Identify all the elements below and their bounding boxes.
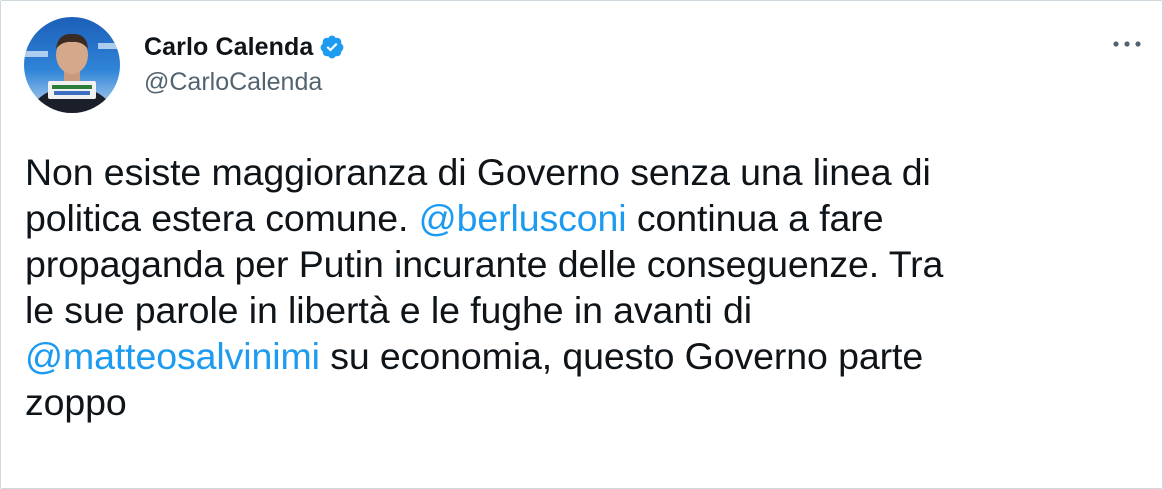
- mention-link[interactable]: @matteosalvinimi: [25, 335, 320, 377]
- tweet-text-line: zoppo: [25, 379, 1145, 425]
- tweet-text-line: propaganda per Putin incurante delle con…: [25, 241, 1145, 287]
- author-info: Carlo Calenda @CarloCalenda: [144, 30, 345, 97]
- author-handle[interactable]: @CarloCalenda: [144, 68, 345, 97]
- tweet-text-segment: continua a fare: [626, 197, 884, 239]
- tweet-card: Carlo Calenda @CarloCalenda Non esiste m…: [0, 0, 1163, 489]
- tweet-text: Non esiste maggioranza di Governo senza …: [25, 149, 1145, 425]
- author-display-name[interactable]: Carlo Calenda: [144, 33, 313, 62]
- tweet-text-segment: politica estera comune.: [25, 197, 419, 239]
- tweet-text-line: politica estera comune. @berlusconi cont…: [25, 195, 1145, 241]
- name-row: Carlo Calenda: [144, 30, 345, 64]
- more-options-button[interactable]: [1109, 26, 1145, 62]
- tweet-text-line: @matteosalvinimi su economia, questo Gov…: [25, 333, 1145, 379]
- tweet-text-segment: propaganda per Putin incurante delle con…: [25, 243, 944, 285]
- tweet-text-segment: su economia, questo Governo parte: [319, 335, 924, 377]
- tweet-text-segment: Non esiste maggioranza di Governo senza …: [25, 151, 931, 193]
- tweet-text-line: Non esiste maggioranza di Governo senza …: [25, 149, 1145, 195]
- more-horizontal-icon: [1113, 41, 1141, 47]
- tweet-text-line: le sue parole in libertà e le fughe in a…: [25, 287, 1145, 333]
- tweet-text-segment: le sue parole in libertà e le fughe in a…: [25, 289, 752, 331]
- verified-badge-icon: [319, 34, 345, 60]
- author-avatar[interactable]: [24, 17, 120, 113]
- tweet-text-segment: zoppo: [25, 381, 127, 423]
- mention-link[interactable]: @berlusconi: [419, 197, 627, 239]
- user-avatar-icon: [24, 17, 120, 113]
- tweet-header: Carlo Calenda @CarloCalenda: [24, 17, 345, 113]
